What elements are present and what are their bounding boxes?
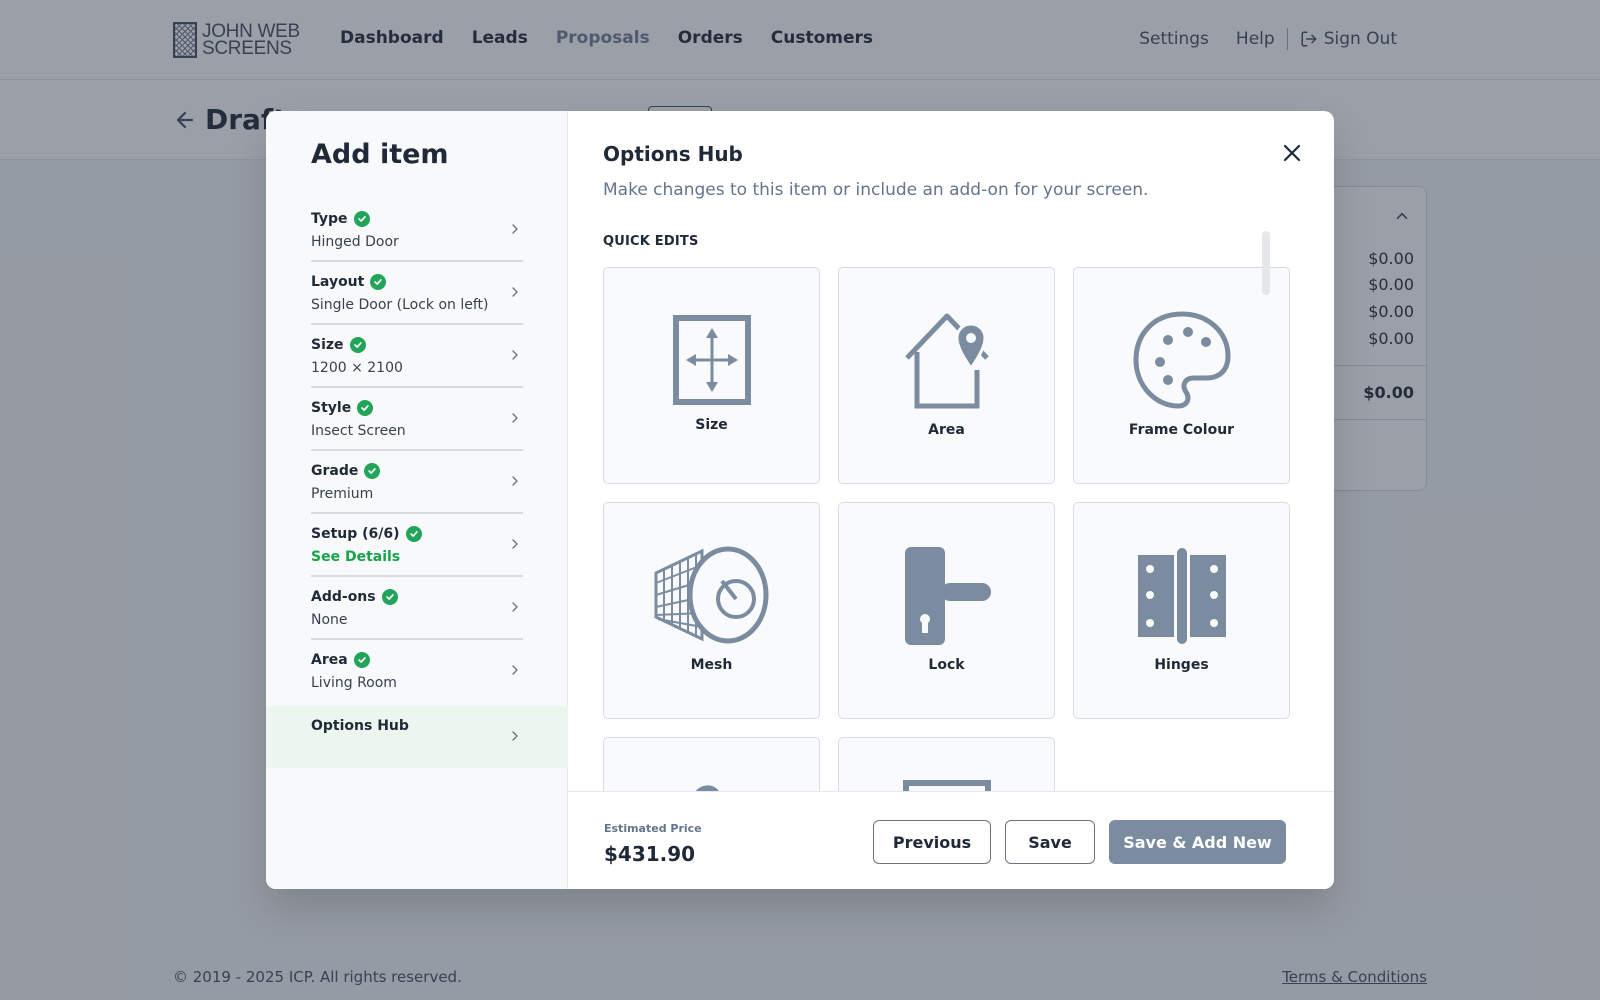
estimated-price-label: Estimated Price — [604, 822, 702, 835]
check-circle-icon — [353, 211, 370, 227]
estimated-price: $431.90 — [604, 842, 696, 866]
mesh-roll-icon — [654, 546, 768, 644]
tile-label: Size — [695, 417, 728, 433]
step-value: 1200 × 2100 — [311, 360, 403, 376]
palette-icon — [1132, 311, 1231, 409]
chevron-right-icon — [512, 476, 518, 486]
step-value: Hinged Door — [311, 234, 399, 250]
check-circle-icon — [353, 652, 370, 668]
step-label: Layout — [311, 274, 365, 290]
tile-size[interactable]: Size — [603, 267, 820, 484]
check-circle-icon — [349, 337, 366, 353]
step-label: Size — [311, 337, 344, 353]
close-icon[interactable] — [1280, 141, 1304, 165]
tile-hinges[interactable]: Hinges — [1073, 502, 1290, 719]
step-style[interactable]: Style Insect Screen — [311, 388, 523, 451]
step-value: Single Door (Lock on left) — [311, 297, 489, 313]
steps-sidebar: Add item Type Hinged Door Layout Single … — [266, 111, 568, 889]
resize-arrows-icon — [672, 315, 751, 405]
save-and-add-new-button[interactable]: Save & Add New — [1109, 820, 1286, 864]
step-label: Add-ons — [311, 589, 376, 605]
chevron-right-icon — [512, 350, 518, 360]
options-hub-panel: Options Hub Make changes to this item or… — [568, 111, 1334, 889]
chevron-right-icon — [512, 287, 518, 297]
check-circle-icon — [405, 526, 422, 542]
check-circle-icon — [370, 274, 387, 290]
tile-partial[interactable] — [838, 737, 1055, 791]
chevron-right-icon — [512, 413, 518, 423]
quick-edits-grid: Size Area Frame Colour Mesh Lock Hinges — [603, 267, 1293, 791]
step-setup[interactable]: Setup (6/6) See Details — [311, 514, 523, 577]
see-details-link[interactable]: See Details — [311, 549, 400, 565]
previous-button[interactable]: Previous — [873, 820, 991, 864]
step-value: Insect Screen — [311, 423, 406, 439]
tile-label: Area — [928, 422, 965, 438]
modal-title: Add item — [311, 139, 449, 170]
step-value: Living Room — [311, 675, 397, 691]
step-size[interactable]: Size 1200 × 2100 — [311, 325, 523, 388]
chevron-right-icon — [512, 224, 518, 234]
chevron-right-icon — [512, 731, 518, 741]
step-options-hub[interactable]: Options Hub — [266, 706, 568, 768]
house-pin-icon — [904, 313, 989, 409]
step-value: None — [311, 612, 348, 628]
step-grade[interactable]: Grade Premium — [311, 451, 523, 514]
tile-frame-colour[interactable]: Frame Colour — [1073, 267, 1290, 484]
modal-footer: Estimated Price $431.90 Previous Save Sa… — [568, 791, 1334, 889]
step-add-ons[interactable]: Add-ons None — [311, 577, 523, 640]
partial-option-icon — [902, 780, 991, 791]
door-handle-lock-icon — [904, 547, 991, 645]
scrollbar-thumb[interactable] — [1262, 231, 1270, 295]
quick-edits-heading: QUICK EDITS — [603, 234, 699, 249]
step-label: Area — [311, 652, 348, 668]
save-button[interactable]: Save — [1005, 820, 1095, 864]
hub-title: Options Hub — [603, 142, 743, 166]
chevron-right-icon — [512, 665, 518, 675]
step-layout[interactable]: Layout Single Door (Lock on left) — [311, 262, 523, 325]
tile-label: Frame Colour — [1128, 422, 1235, 438]
tile-mesh[interactable]: Mesh — [603, 502, 820, 719]
add-item-modal: Add item Type Hinged Door Layout Single … — [266, 111, 1334, 889]
tile-area[interactable]: Area — [838, 267, 1055, 484]
step-label: Options Hub — [311, 718, 409, 734]
step-list: Type Hinged Door Layout Single Door (Loc… — [266, 199, 568, 703]
step-area[interactable]: Area Living Room — [311, 640, 523, 703]
tile-label: Lock — [928, 657, 965, 673]
tile-lock[interactable]: Lock — [838, 502, 1055, 719]
hinge-icon — [1137, 546, 1226, 646]
tile-label: Hinges — [1154, 657, 1209, 673]
tile-partial[interactable] — [603, 737, 820, 791]
step-value: Premium — [311, 486, 374, 502]
chevron-right-icon — [512, 539, 518, 549]
step-type[interactable]: Type Hinged Door — [311, 199, 523, 262]
step-label: Style — [311, 400, 352, 416]
check-circle-icon — [364, 463, 381, 479]
step-label: Type — [311, 211, 348, 227]
partial-option-icon — [695, 785, 719, 791]
step-label: Grade — [311, 463, 359, 479]
check-circle-icon — [381, 589, 398, 605]
chevron-right-icon — [512, 602, 518, 612]
check-circle-icon — [357, 400, 374, 416]
step-label: Setup (6/6) — [311, 526, 400, 542]
tile-label: Mesh — [690, 657, 733, 673]
hub-subtitle: Make changes to this item or include an … — [603, 180, 1149, 200]
